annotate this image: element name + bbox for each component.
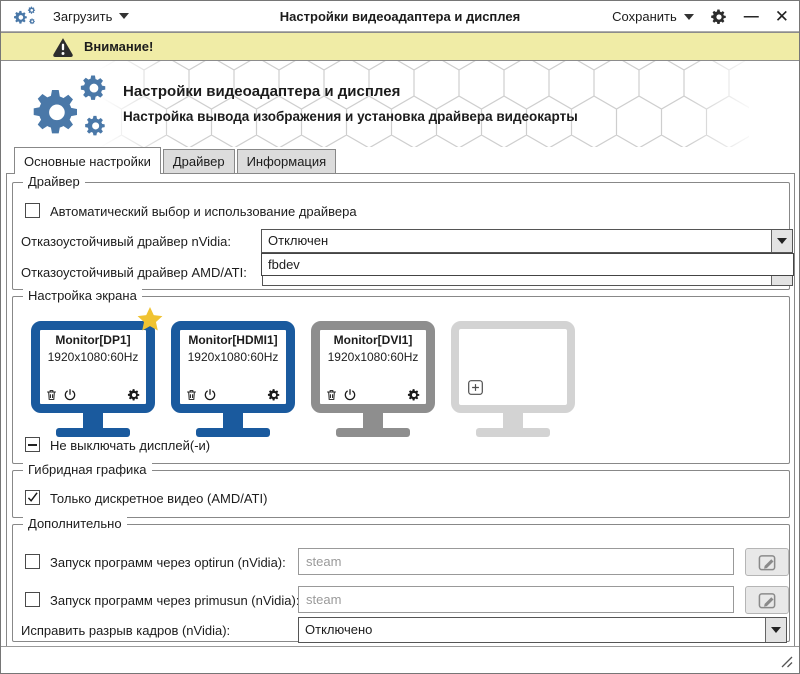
tearfree-value: Отключено: [305, 622, 373, 637]
chevron-down-icon: [683, 13, 694, 20]
combobox-arrow-button[interactable]: [771, 230, 792, 252]
discrete-only-label: Только дискретное видео (AMD/ATI): [50, 491, 268, 506]
monitor-stand: [363, 413, 383, 428]
save-button[interactable]: Сохранить: [612, 9, 694, 24]
monitor-settings-gear-icon[interactable]: [267, 388, 281, 402]
power-monitor-icon[interactable]: [203, 388, 217, 402]
close-button[interactable]: ✕: [775, 8, 789, 25]
chevron-down-icon: [119, 13, 130, 19]
triangle-down-icon: [771, 627, 781, 633]
indeterminate-mark: [28, 443, 37, 446]
nvidia-failsafe-label: Отказоустойчивый драйвер nVidia:: [21, 234, 231, 249]
delete-monitor-icon[interactable]: [325, 388, 338, 402]
monitor-card-hdmi1[interactable]: Monitor[HDMI1] 1920x1080:60Hz: [171, 321, 295, 437]
delete-monitor-icon[interactable]: [185, 388, 198, 402]
auto-driver-label: Автоматический выбор и использование дра…: [50, 204, 357, 219]
resize-grip[interactable]: [779, 654, 793, 668]
tab-driver[interactable]: Драйвер: [162, 149, 235, 174]
group-additional-title: Дополнительно: [23, 516, 127, 531]
monitor-screen: Monitor[HDMI1] 1920x1080:60Hz: [171, 321, 295, 413]
add-monitor-icon[interactable]: [467, 379, 484, 399]
amd-failsafe-label: Отказоустойчивый драйвер AMD/ATI:: [21, 265, 247, 280]
monitor-settings-gear-icon[interactable]: [407, 388, 421, 402]
edit-pencil-icon: [758, 554, 775, 570]
delete-monitor-icon[interactable]: [45, 388, 58, 402]
primusun-label: Запуск программ через primusun (nVidia):: [50, 593, 300, 608]
page-subtitle: Настройка вывода изображения и установка…: [123, 109, 578, 124]
monitor-base: [56, 428, 130, 437]
app-gears-icon: [13, 5, 37, 30]
nvidia-failsafe-dropdown-list: fbdev: [261, 253, 794, 276]
monitor-resolution: 1920x1080:60Hz: [47, 350, 139, 364]
tab-content-panel: Драйвер Автоматический выбор и использов…: [6, 173, 795, 647]
nvidia-failsafe-combobox[interactable]: Отключен: [261, 229, 793, 253]
minimize-button[interactable]: —: [744, 9, 759, 24]
load-button[interactable]: Загрузить: [53, 8, 130, 24]
auto-driver-checkbox[interactable]: [25, 203, 40, 218]
nvidia-failsafe-value: Отключен: [268, 233, 329, 248]
dropdown-item-fbdev[interactable]: fbdev: [262, 254, 793, 275]
group-screen-setup: Настройка экрана Monitor[DP1] 1920x1080:…: [12, 288, 790, 464]
primary-star-icon: [135, 307, 165, 338]
monitor-stand: [223, 413, 243, 428]
optirun-edit-button[interactable]: [745, 548, 789, 576]
group-driver-title: Драйвер: [23, 174, 85, 189]
load-button-label: Загрузить: [53, 8, 113, 24]
check-mark: [27, 492, 38, 502]
tab-bar: Основные настройки Драйвер Информация: [14, 147, 338, 174]
monitor-name: Monitor[DP1]: [55, 333, 131, 347]
primusun-checkbox[interactable]: [25, 592, 40, 607]
title-bar: Загрузить Настройки видеоадаптера и дисп…: [1, 1, 799, 32]
optirun-checkbox[interactable]: [25, 554, 40, 569]
group-driver: Драйвер Автоматический выбор и использов…: [12, 174, 794, 290]
group-hybrid-title: Гибридная графика: [23, 462, 152, 477]
warning-banner: Внимание!: [1, 32, 799, 61]
monitor-screen: [451, 321, 575, 413]
monitor-resolution: 1920x1080:60Hz: [187, 350, 279, 364]
tab-info[interactable]: Информация: [236, 149, 337, 174]
warning-text: Внимание!: [84, 39, 154, 54]
tab-main-settings[interactable]: Основные настройки: [14, 147, 161, 174]
monitor-name: Monitor[HDMI1]: [188, 333, 278, 347]
primusun-command-input[interactable]: [298, 586, 734, 613]
monitor-base: [476, 428, 550, 437]
app-window: Загрузить Настройки видеоадаптера и дисп…: [0, 0, 800, 674]
tearfree-combobox[interactable]: Отключено: [298, 617, 787, 643]
monitor-card-dp1[interactable]: Monitor[DP1] 1920x1080:60Hz: [31, 307, 163, 437]
page-header: Настройки видеоадаптера и дисплея Настро…: [1, 61, 799, 147]
hex-fade-right: [689, 61, 759, 147]
monitor-name: Monitor[DVI1]: [333, 333, 413, 347]
tearfree-label: Исправить разрыв кадров (nVidia):: [21, 623, 231, 638]
group-hybrid-graphics: Гибридная графика Только дискретное виде…: [12, 462, 790, 518]
monitor-base: [336, 428, 410, 437]
page-title: Настройки видеоадаптера и дисплея: [123, 83, 401, 100]
keep-display-on-checkbox[interactable]: [25, 437, 40, 452]
discrete-only-checkbox[interactable]: [25, 490, 40, 505]
power-monitor-icon[interactable]: [343, 388, 357, 402]
hexagon-pattern: [99, 61, 749, 147]
power-monitor-icon[interactable]: [63, 388, 77, 402]
monitor-screen: Monitor[DVI1] 1920x1080:60Hz: [311, 321, 435, 413]
app-logo-gears: [29, 73, 113, 142]
triangle-down-icon: [777, 238, 787, 244]
monitor-card-add[interactable]: [451, 321, 575, 437]
edit-pencil-icon: [758, 592, 775, 608]
primusun-edit-button[interactable]: [745, 586, 789, 614]
combobox-arrow-button[interactable]: [765, 618, 786, 642]
save-button-label: Сохранить: [612, 9, 677, 24]
monitor-settings-gear-icon[interactable]: [127, 388, 141, 402]
keep-display-on-label: Не выключать дисплей(-и): [50, 438, 211, 453]
group-additional: Дополнительно Запуск программ через opti…: [12, 516, 790, 643]
monitor-card-dvi1[interactable]: Monitor[DVI1] 1920x1080:60Hz: [311, 321, 435, 437]
optirun-command-input[interactable]: [298, 548, 734, 575]
status-bar: [1, 646, 799, 673]
monitor-base: [196, 428, 270, 437]
optirun-label: Запуск программ через optirun (nVidia):: [50, 555, 286, 570]
monitor-resolution: 1920x1080:60Hz: [327, 350, 419, 364]
settings-gear-button[interactable]: [710, 8, 728, 26]
warning-triangle-icon: [53, 38, 73, 57]
monitor-stand: [503, 413, 523, 428]
group-screen-title: Настройка экрана: [23, 288, 142, 303]
monitor-stand: [83, 413, 103, 428]
